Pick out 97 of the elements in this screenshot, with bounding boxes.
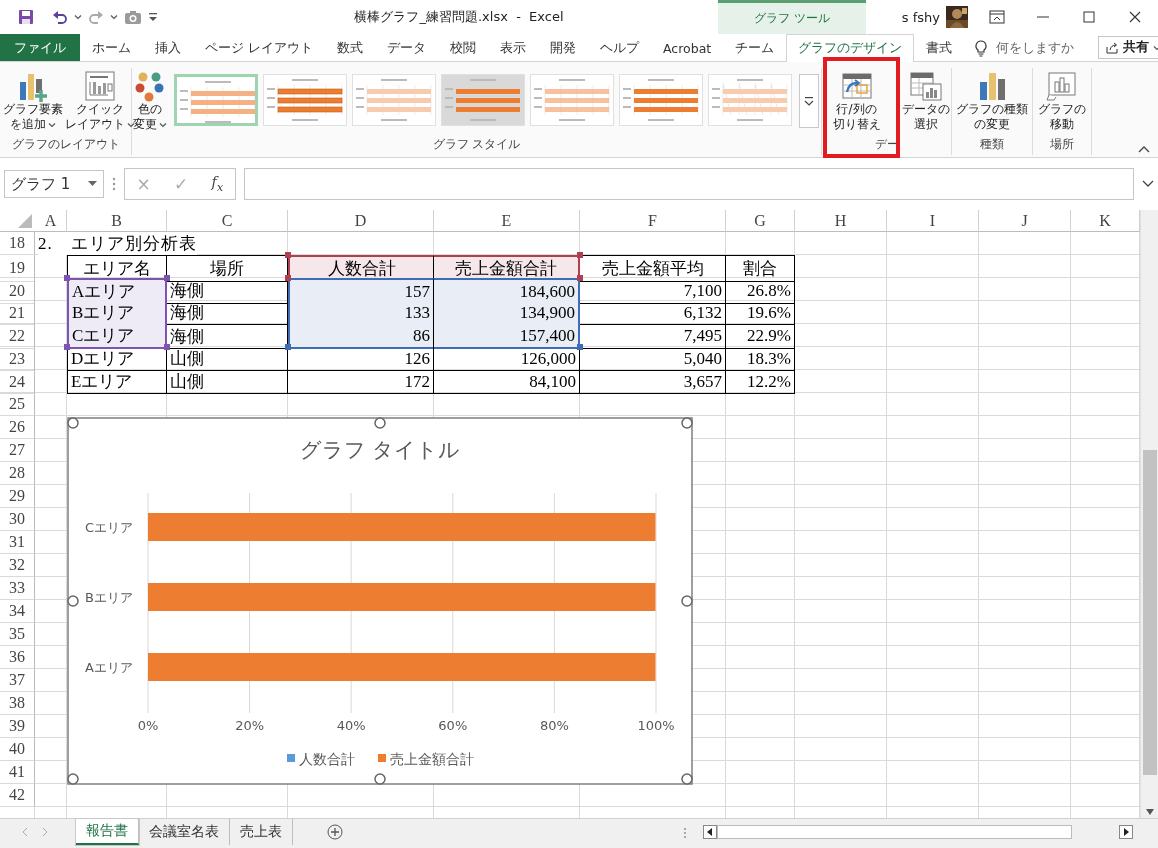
table-cell: 山側 bbox=[167, 370, 288, 394]
table-cell: 12.2% bbox=[726, 370, 795, 394]
table-cell: Cエリア bbox=[67, 324, 167, 349]
ribbon-tab[interactable]: 校閲 bbox=[438, 34, 488, 61]
table-cell: 5,040 bbox=[580, 347, 726, 371]
legend-label[interactable]: 売上金額合計 bbox=[390, 751, 474, 767]
row-header[interactable]: 31 bbox=[0, 531, 35, 554]
table-cell: Aエリア bbox=[67, 278, 167, 304]
row-header[interactable]: 33 bbox=[0, 577, 35, 600]
ribbon-tab[interactable]: ページ レイアウト bbox=[193, 34, 325, 61]
sheet-tab[interactable]: 報告書 bbox=[76, 819, 139, 845]
row-header[interactable]: 36 bbox=[0, 646, 35, 669]
name-box[interactable]: グラフ 1 bbox=[4, 170, 104, 198]
ribbon-tab[interactable]: 表示 bbox=[488, 34, 538, 61]
column-heading: 売上金額平均 bbox=[580, 255, 726, 282]
group-label: グラフのレイアウト bbox=[10, 137, 121, 153]
table-cell: 18.3% bbox=[726, 347, 795, 371]
table-cell: 3,657 bbox=[580, 370, 726, 394]
row-header[interactable]: 25 bbox=[0, 393, 35, 416]
ribbon-tab[interactable]: チーム bbox=[723, 34, 787, 61]
group-label: グラフ スタイル bbox=[431, 137, 522, 153]
window-title: 横棒グラフ_練習問題.xlsx - Excel bbox=[353, 8, 565, 26]
row-header[interactable]: 24 bbox=[0, 370, 35, 394]
row-header[interactable]: 37 bbox=[0, 669, 35, 692]
row-header[interactable]: 21 bbox=[0, 301, 35, 325]
group-label: 場所 bbox=[1049, 137, 1075, 153]
ribbon-tab[interactable]: グラフのデザイン bbox=[786, 34, 915, 62]
row-header[interactable]: 23 bbox=[0, 347, 35, 371]
chart-title[interactable]: グラフ タイトル bbox=[299, 438, 461, 462]
sheet-tab[interactable]: 会議室名表 bbox=[139, 819, 230, 845]
ribbon-tab[interactable]: 数式 bbox=[325, 34, 375, 61]
row-header[interactable]: 30 bbox=[0, 508, 35, 531]
contextual-tab-label: グラフ ツール bbox=[718, 0, 866, 34]
share-button[interactable]: 共有 bbox=[1098, 36, 1158, 59]
sheet-tab[interactable]: 売上表 bbox=[230, 819, 293, 845]
ribbon-tab[interactable]: 書式 bbox=[914, 34, 965, 61]
tick-label: 0% bbox=[137, 718, 159, 733]
tick-label: 20% bbox=[235, 718, 265, 733]
column-heading: 割合 bbox=[726, 255, 795, 282]
row-header[interactable]: 20 bbox=[0, 278, 35, 304]
table-title: 2. エリア別分析表 bbox=[38, 232, 197, 255]
axis-label: Bエリア bbox=[85, 590, 133, 605]
row-header[interactable]: 32 bbox=[0, 554, 35, 577]
move-chart-button[interactable]: グラフの 移動 bbox=[1037, 68, 1087, 134]
tick-label: 60% bbox=[438, 718, 468, 733]
row-header[interactable]: 22 bbox=[0, 324, 35, 349]
row-header[interactable]: 39 bbox=[0, 715, 35, 738]
file-tab[interactable]: ファイル bbox=[0, 34, 80, 61]
row-header[interactable]: 27 bbox=[0, 439, 35, 462]
row-header[interactable]: 34 bbox=[0, 600, 35, 623]
axis-label: Aエリア bbox=[85, 660, 133, 675]
ribbon-tab[interactable]: ヘルプ bbox=[588, 34, 651, 61]
user-name[interactable]: s fshy bbox=[901, 9, 940, 25]
group-label: 種類 bbox=[979, 137, 1005, 153]
ribbon-tab[interactable]: ホーム bbox=[80, 34, 143, 61]
table-cell: 86 bbox=[288, 324, 434, 349]
tick-label: 40% bbox=[336, 718, 366, 733]
table-cell: 172 bbox=[288, 370, 434, 394]
axis-label: Cエリア bbox=[84, 520, 133, 535]
table-cell: 6,132 bbox=[580, 301, 726, 325]
table-cell: Eエリア bbox=[67, 370, 167, 394]
change-chart-type-button[interactable]: グラフの種類 の変更 bbox=[955, 68, 1029, 134]
row-header[interactable]: 41 bbox=[0, 761, 35, 784]
table-cell: 184,600 bbox=[434, 278, 580, 304]
search-field[interactable]: 何をしますか bbox=[994, 39, 1099, 56]
row-header[interactable]: 29 bbox=[0, 485, 35, 508]
table-cell: 26.8% bbox=[726, 278, 795, 304]
table-cell: 126 bbox=[288, 347, 434, 371]
table-cell: Bエリア bbox=[67, 301, 167, 325]
row-header[interactable]: 35 bbox=[0, 623, 35, 646]
row-header[interactable]: 42 bbox=[0, 784, 35, 807]
tick-label: 100% bbox=[637, 718, 675, 733]
table-cell: 157 bbox=[288, 278, 434, 304]
table-cell: 133 bbox=[288, 301, 434, 325]
add-chart-element-button[interactable]: グラフ要素 を追加 bbox=[2, 68, 64, 134]
ribbon-tab[interactable]: Acrobat bbox=[651, 34, 724, 61]
ribbon-tab[interactable]: データ bbox=[375, 34, 438, 61]
tick-label: 80% bbox=[539, 718, 569, 733]
table-cell: 84,100 bbox=[434, 370, 580, 394]
table-cell: 19.6% bbox=[726, 301, 795, 325]
table-cell: 134,900 bbox=[434, 301, 580, 325]
row-header[interactable]: 28 bbox=[0, 462, 35, 485]
switch-row-column-button[interactable]: 行/列の 切り替え bbox=[824, 68, 889, 134]
insert-function-button[interactable]: f$_{x}$ bbox=[211, 174, 224, 194]
row-header[interactable]: 40 bbox=[0, 738, 35, 761]
legend-label[interactable]: 人数合計 bbox=[299, 751, 355, 767]
row-header[interactable]: 18 bbox=[0, 232, 35, 255]
row-header[interactable]: 26 bbox=[0, 416, 35, 439]
row-header[interactable]: 38 bbox=[0, 692, 35, 715]
change-colors-button[interactable]: 色の 変更 bbox=[132, 68, 168, 134]
row-header[interactable]: 19 bbox=[0, 255, 35, 282]
select-data-button[interactable]: データの 選択 bbox=[901, 68, 951, 134]
table-cell: 22.9% bbox=[726, 324, 795, 349]
table-cell: 126,000 bbox=[434, 347, 580, 371]
ribbon-tab[interactable]: 開発 bbox=[538, 34, 588, 61]
ribbon-tab[interactable]: 挿入 bbox=[143, 34, 193, 61]
table-cell: 157,400 bbox=[434, 324, 580, 349]
